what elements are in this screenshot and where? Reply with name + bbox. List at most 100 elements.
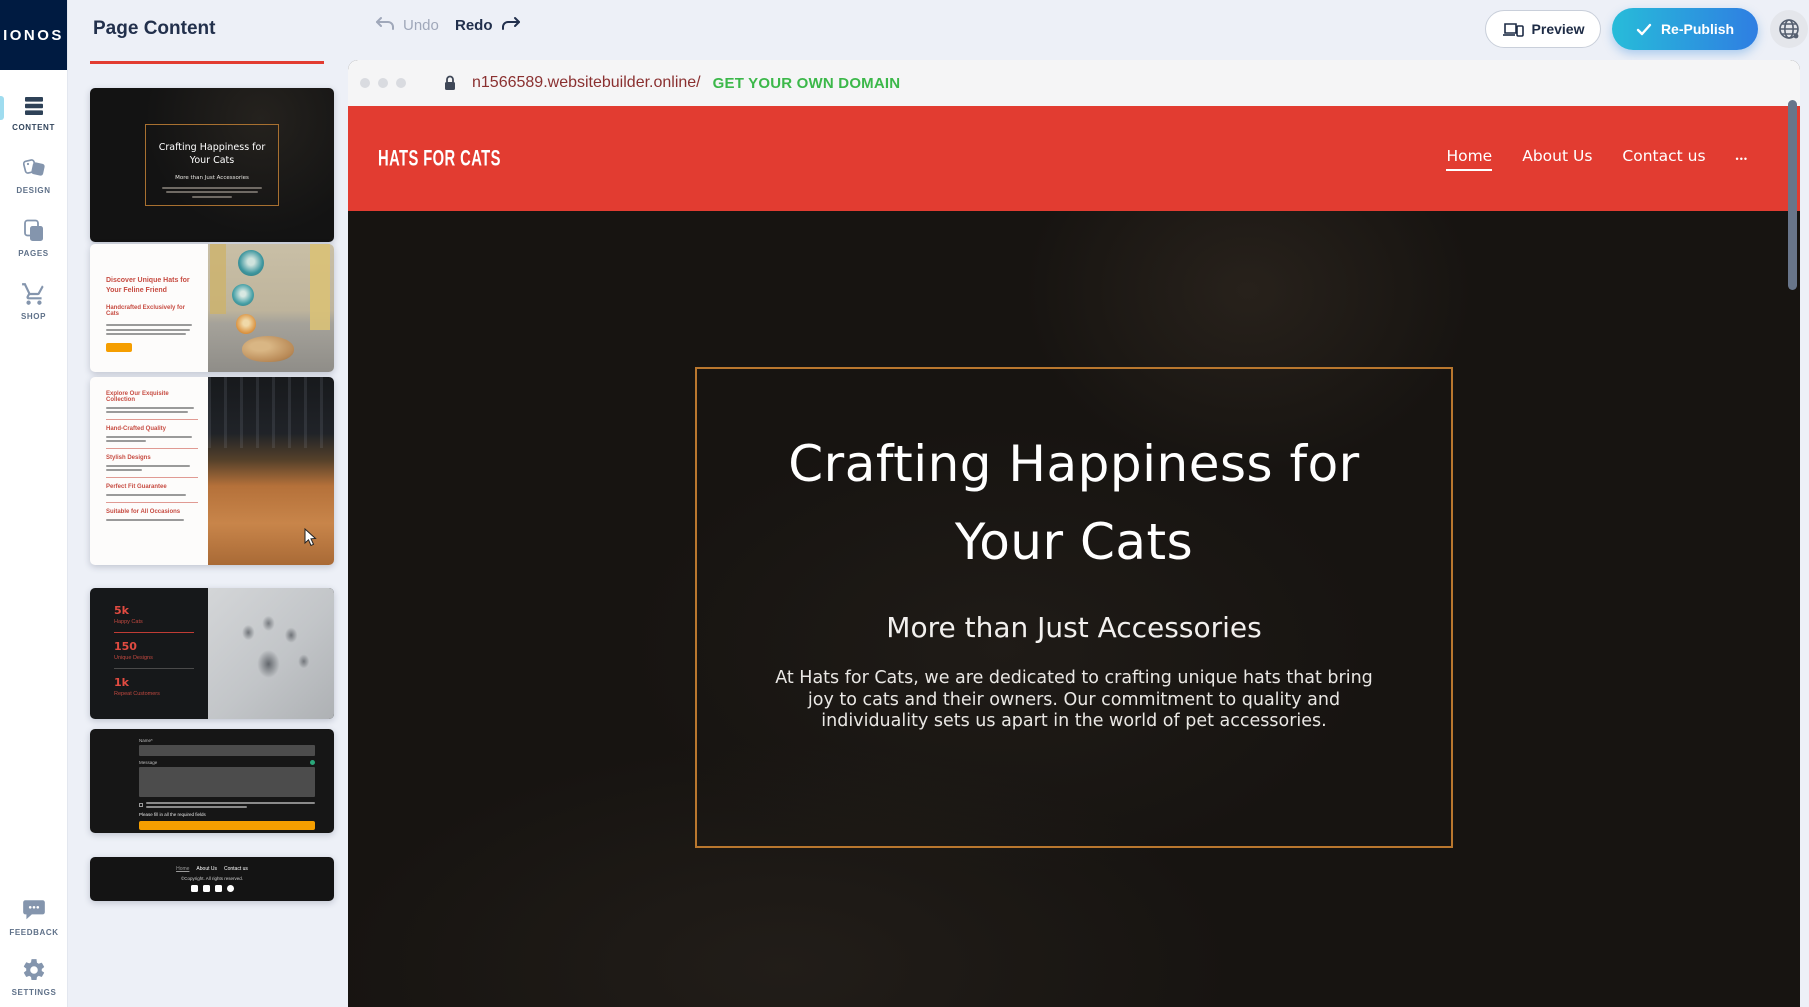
social-icon [191,885,198,892]
thumb-features-photo [208,377,334,565]
section-thumbnail-features[interactable]: Explore Our Exquisite Collection Hand-Cr… [90,377,334,565]
sidebar-item-feedback[interactable]: FEEDBACK [0,897,68,937]
social-icon [215,885,222,892]
form-send-button [139,821,315,830]
preview-button[interactable]: Preview [1485,10,1601,48]
sidebar-item-pages[interactable]: PAGES [0,218,68,258]
active-indicator [0,96,4,120]
thumb-features-list: Explore Our Exquisite Collection Hand-Cr… [90,377,208,565]
footer-link: Contact us [224,866,248,872]
micro-text-line [106,329,190,331]
thumb-stats-photo [208,588,334,719]
stat-value: 150 [114,640,194,653]
check-icon [1636,23,1652,36]
sidebar-item-content[interactable]: CONTENT [0,94,68,132]
thumb-hero-subtitle: More than Just Accessories [175,175,249,181]
redo-button[interactable]: Redo [455,16,522,34]
feature-heading: Explore Our Exquisite Collection [106,391,198,403]
panel-title: Page Content [93,18,215,40]
republish-button[interactable]: Re-Publish [1612,8,1758,50]
preview-scrollbar[interactable] [1788,100,1797,290]
hero-section: Crafting Happiness for Your Cats More th… [348,211,1800,1007]
redo-label: Redo [455,17,493,34]
republish-label: Re-Publish [1661,21,1734,37]
thumb-form: Name* Message Please fill in all the req… [139,738,315,830]
footer-social-icons [191,885,234,892]
hero-body-text[interactable]: At Hats for Cats, we are dedicated to cr… [764,668,1384,733]
feature-heading: Stylish Designs [106,455,198,461]
form-name-input [139,745,315,756]
stat-value: 5k [114,604,194,617]
thumb-hero-title: Crafting Happiness for Your Cats [157,141,267,168]
feature-heading: Perfect Fit Guarantee [106,484,198,490]
sidebar-item-label: SHOP [21,312,46,321]
gear-icon [21,957,47,983]
thumb-intro-subheading: Handcrafted Exclusively for Cats [106,305,196,317]
shop-icon [21,281,47,307]
browser-chrome: n1566589.websitebuilder.online/ GET YOUR… [348,60,1800,106]
undo-label: Undo [403,17,439,34]
section-thumbnail-footer[interactable]: Home About Us Contact us ©Copyright. All… [90,857,334,901]
feature-heading: Suitable for All Occasions [106,509,198,515]
hero-title[interactable]: Crafting Happiness for Your Cats [788,425,1359,581]
devices-icon [1502,21,1524,38]
stat-label: Happy Cats [114,619,194,625]
lock-icon [442,74,458,92]
section-thumbnail-intro[interactable]: Discover Unique Hats for Your Feline Fri… [90,244,334,372]
form-message-area [139,767,315,797]
globe-button[interactable] [1770,10,1808,48]
section-thumbnail-hero[interactable]: Crafting Happiness for Your Cats More th… [90,88,334,242]
micro-text-line [192,196,232,198]
sidebar-item-label: CONTENT [12,123,55,132]
sidebar-item-settings[interactable]: SETTINGS [0,957,68,997]
footer-link: About Us [196,866,217,872]
sidebar-item-design[interactable]: DESIGN [0,155,68,195]
sidebar-nav: CONTENT DESIGN PAGES [0,70,67,321]
sidebar-bottom: FEEDBACK SETTINGS [0,897,68,997]
hero-selected-block[interactable]: Crafting Happiness for Your Cats More th… [695,367,1453,848]
micro-text-line [146,802,315,804]
micro-text-line [106,324,192,326]
site-logo[interactable]: HATS FOR CATS [378,145,501,171]
thumb-intro-text: Discover Unique Hats for Your Feline Fri… [90,244,208,372]
globe-icon [1777,17,1801,41]
micro-text-line [146,806,247,808]
sidebar-item-label: SETTINGS [12,988,57,997]
footer-link: Home [176,866,189,872]
site-nav: Home About Us Contact us ••• [1446,147,1748,171]
stat-label: Unique Designs [114,655,194,661]
panel-title-rule [90,61,324,64]
stat-label: Repeat Customers [114,691,194,697]
site-nav-home[interactable]: Home [1446,147,1492,171]
page-content-panel: Page Content Crafting Happiness for Your… [68,0,348,1007]
feature-heading: Hand-Crafted Quality [106,426,198,432]
stat-value: 1k [114,676,194,689]
micro-text-line [106,333,186,335]
consent-checkbox [139,803,143,807]
site-url: n1566589.websitebuilder.online/ [472,74,701,92]
site-nav-about[interactable]: About Us [1522,147,1592,171]
form-message-label: Message [139,760,157,765]
sidebar-item-shop[interactable]: SHOP [0,281,68,321]
sidebar-item-label: PAGES [18,249,48,258]
pages-icon [21,218,47,244]
icon-sidebar: IONOS CONTENT DESIGN [0,0,68,1007]
site-nav-more[interactable]: ••• [1736,154,1748,164]
section-thumbnail-contact[interactable]: Name* Message Please fill in all the req… [90,729,334,833]
website-builder-app: IONOS CONTENT DESIGN [0,0,1809,1007]
hero-subtitle[interactable]: More than Just Accessories [886,611,1261,644]
site-preview: n1566589.websitebuilder.online/ GET YOUR… [348,60,1800,1007]
design-icon [21,155,47,181]
site-header: HATS FOR CATS Home About Us Contact us •… [348,106,1800,211]
section-thumbnail-stats[interactable]: 5k Happy Cats 150 Unique Designs 1k Repe… [90,588,334,719]
thumb-hero-frame: Crafting Happiness for Your Cats More th… [145,124,279,206]
thumb-intro-photo [208,244,334,372]
redo-icon [500,16,522,34]
micro-text-line [166,191,258,193]
feedback-icon [21,897,47,923]
site-nav-contact[interactable]: Contact us [1622,147,1705,171]
undo-button[interactable]: Undo [374,16,439,34]
sidebar-item-label: DESIGN [16,186,50,195]
get-domain-link[interactable]: GET YOUR OWN DOMAIN [713,75,901,92]
form-required-note: Please fill in all the required fields [139,812,315,817]
